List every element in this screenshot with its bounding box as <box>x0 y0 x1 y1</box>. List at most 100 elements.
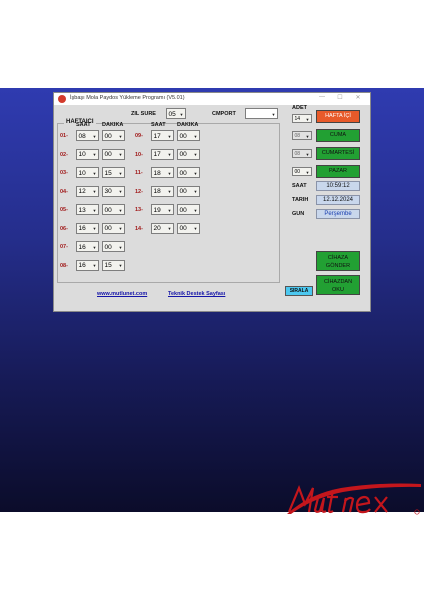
dakika-select[interactable]: 00 ▼ <box>102 241 125 252</box>
saat-select[interactable]: 10 ▼ <box>76 148 99 160</box>
chevron-down-icon: ▼ <box>118 170 123 176</box>
chevron-down-icon: ▼ <box>118 226 123 231</box>
chevron-down-icon: ▼ <box>193 189 198 194</box>
chevron-down-icon: ▼ <box>167 226 172 231</box>
dakika-select[interactable]: 00 ▼ <box>177 167 200 178</box>
saat-select[interactable]: 19 ▼ <box>151 204 174 215</box>
saat-select[interactable]: 16 ▼ <box>76 222 99 234</box>
cuma-button[interactable]: CUMA <box>316 129 360 142</box>
dakika-select[interactable]: 00 ▼ <box>177 222 200 234</box>
chevron-down-icon: ▼ <box>167 152 172 157</box>
cihazdan-oku-line2: OKU <box>332 287 344 293</box>
schedule-row-label: 09- <box>135 133 143 139</box>
schedule-row-label: 11- <box>135 170 143 176</box>
cihaza-gonder-line2: GÖNDER <box>325 263 351 269</box>
chevron-down-icon: ▼ <box>92 152 97 157</box>
schedule-row-label: 03- <box>60 170 68 176</box>
chevron-down-icon: ▼ <box>92 133 97 139</box>
sirala-button[interactable]: SIRALA <box>285 286 313 296</box>
chevron-down-icon: ▼ <box>305 116 310 122</box>
website-link[interactable]: www.mutlunet.com <box>97 291 147 297</box>
cmport-label: CMPORT <box>212 111 236 117</box>
chevron-down-icon: ▼ <box>167 170 172 176</box>
dakika-select[interactable]: 00 ▼ <box>102 204 125 215</box>
chevron-down-icon: ▼ <box>118 133 123 139</box>
dakika-select[interactable]: 15 ▼ <box>102 167 125 178</box>
tarih-label: TARIH <box>292 197 309 203</box>
zil-sure-select[interactable]: 05 ▼ <box>166 108 186 119</box>
saat-column-header: SAAT <box>151 122 166 128</box>
hafta-ici-button[interactable]: HAFTA İÇİ <box>316 110 360 123</box>
registered-icon <box>414 509 420 515</box>
chevron-down-icon: ▼ <box>92 207 97 213</box>
chevron-down-icon: ▼ <box>118 244 123 250</box>
dakika-select[interactable]: 00 ▼ <box>177 148 200 160</box>
pazar-count-select[interactable]: 00 ▼ <box>292 167 312 176</box>
saat-select[interactable]: 20 ▼ <box>151 222 174 234</box>
cuma-count-select[interactable]: 08 ▼ <box>292 131 312 140</box>
cumartesi-button[interactable]: CUMARTESİ <box>316 147 360 160</box>
cihaza-gonder-button[interactable]: CİHAZA GÖNDER <box>316 251 360 271</box>
chevron-down-icon: ▼ <box>118 207 123 213</box>
dakika-select[interactable]: 15 ▼ <box>102 259 125 271</box>
dakika-select[interactable]: 00 ▼ <box>177 204 200 215</box>
dakika-select[interactable]: 00 ▼ <box>177 185 200 197</box>
haftaici-group: HAFTAICI SAAT DAKIKA SAAT DAKIKA 01- 08 ▼ 00 ▼ 02… <box>57 119 280 283</box>
chevron-down-icon: ▼ <box>92 189 97 194</box>
dakika-column-header: DAKIKA <box>177 122 199 128</box>
chevron-down-icon: ▼ <box>167 133 172 139</box>
chevron-down-icon: ▼ <box>305 133 310 139</box>
schedule-row-label: 01- <box>60 133 68 139</box>
cmport-select[interactable]: ▼ <box>245 108 278 119</box>
schedule-row-label: 13- <box>135 207 143 213</box>
saat-select[interactable]: 17 ▼ <box>151 130 174 141</box>
saat-select[interactable]: 16 ▼ <box>76 259 99 271</box>
support-link[interactable]: Teknik Destek Sayfası <box>168 291 225 297</box>
schedule-row-label: 08- <box>60 262 68 269</box>
saat-select[interactable]: 13 ▼ <box>76 204 99 215</box>
adet-label: ADET <box>292 105 307 111</box>
mutnex-logo <box>287 483 421 515</box>
cumartesi-count-select[interactable]: 08 ▼ <box>292 149 312 158</box>
adet-select[interactable]: 14 ▼ <box>292 114 312 123</box>
chevron-down-icon: ▼ <box>305 169 310 175</box>
chevron-down-icon: ▼ <box>92 244 97 250</box>
cihaza-gonder-line1: CİHAZA <box>327 255 349 261</box>
saat-select[interactable]: 08 ▼ <box>76 130 99 141</box>
cihazdan-oku-button[interactable]: CİHAZDAN OKU <box>316 275 360 295</box>
close-button[interactable]: ✕ <box>352 94 364 101</box>
dakika-select[interactable]: 30 ▼ <box>102 185 125 197</box>
saat-select[interactable]: 16 ▼ <box>76 241 99 252</box>
saat-column-header: SAAT <box>76 122 91 128</box>
title-bar: İşbaşı Mola Paydos Yükleme Programı (V5.… <box>54 93 370 105</box>
pazar-button[interactable]: PAZAR <box>316 165 360 178</box>
maximize-button[interactable]: ☐ <box>334 94 346 101</box>
saat-select[interactable]: 18 ▼ <box>151 185 174 197</box>
saat-select[interactable]: 12 ▼ <box>76 185 99 197</box>
saat-select[interactable]: 10 ▼ <box>76 167 99 178</box>
zil-sure-label: ZIL SURE <box>131 111 156 117</box>
chevron-down-icon: ▼ <box>92 226 97 231</box>
chevron-down-icon: ▼ <box>118 263 123 268</box>
dakika-select[interactable]: 00 ▼ <box>177 130 200 141</box>
chevron-down-icon: ▼ <box>167 189 172 194</box>
minimize-button[interactable]: — <box>316 94 328 100</box>
chevron-down-icon: ▼ <box>305 151 310 157</box>
schedule-row-label: 05- <box>60 207 68 213</box>
gun-display: Perşembe <box>316 209 360 219</box>
saat-select[interactable]: 18 ▼ <box>151 167 174 178</box>
chevron-down-icon: ▼ <box>92 170 97 176</box>
schedule-row-label: 04- <box>60 188 68 195</box>
app-icon <box>58 95 66 103</box>
chevron-down-icon: ▼ <box>193 226 198 231</box>
chevron-down-icon: ▼ <box>118 189 123 194</box>
dakika-select[interactable]: 00 ▼ <box>102 130 125 141</box>
schedule-row-label: 12- <box>135 188 143 195</box>
chevron-down-icon: ▼ <box>118 152 123 157</box>
dakika-select[interactable]: 00 ▼ <box>102 148 125 160</box>
dakika-select[interactable]: 00 ▼ <box>102 222 125 234</box>
window-title: İşbaşı Mola Paydos Yükleme Programı (V5.… <box>70 95 185 101</box>
saat-select[interactable]: 17 ▼ <box>151 148 174 160</box>
schedule-row-label: 10- <box>135 151 143 158</box>
app-window: İşbaşı Mola Paydos Yükleme Programı (V5.… <box>53 92 371 312</box>
